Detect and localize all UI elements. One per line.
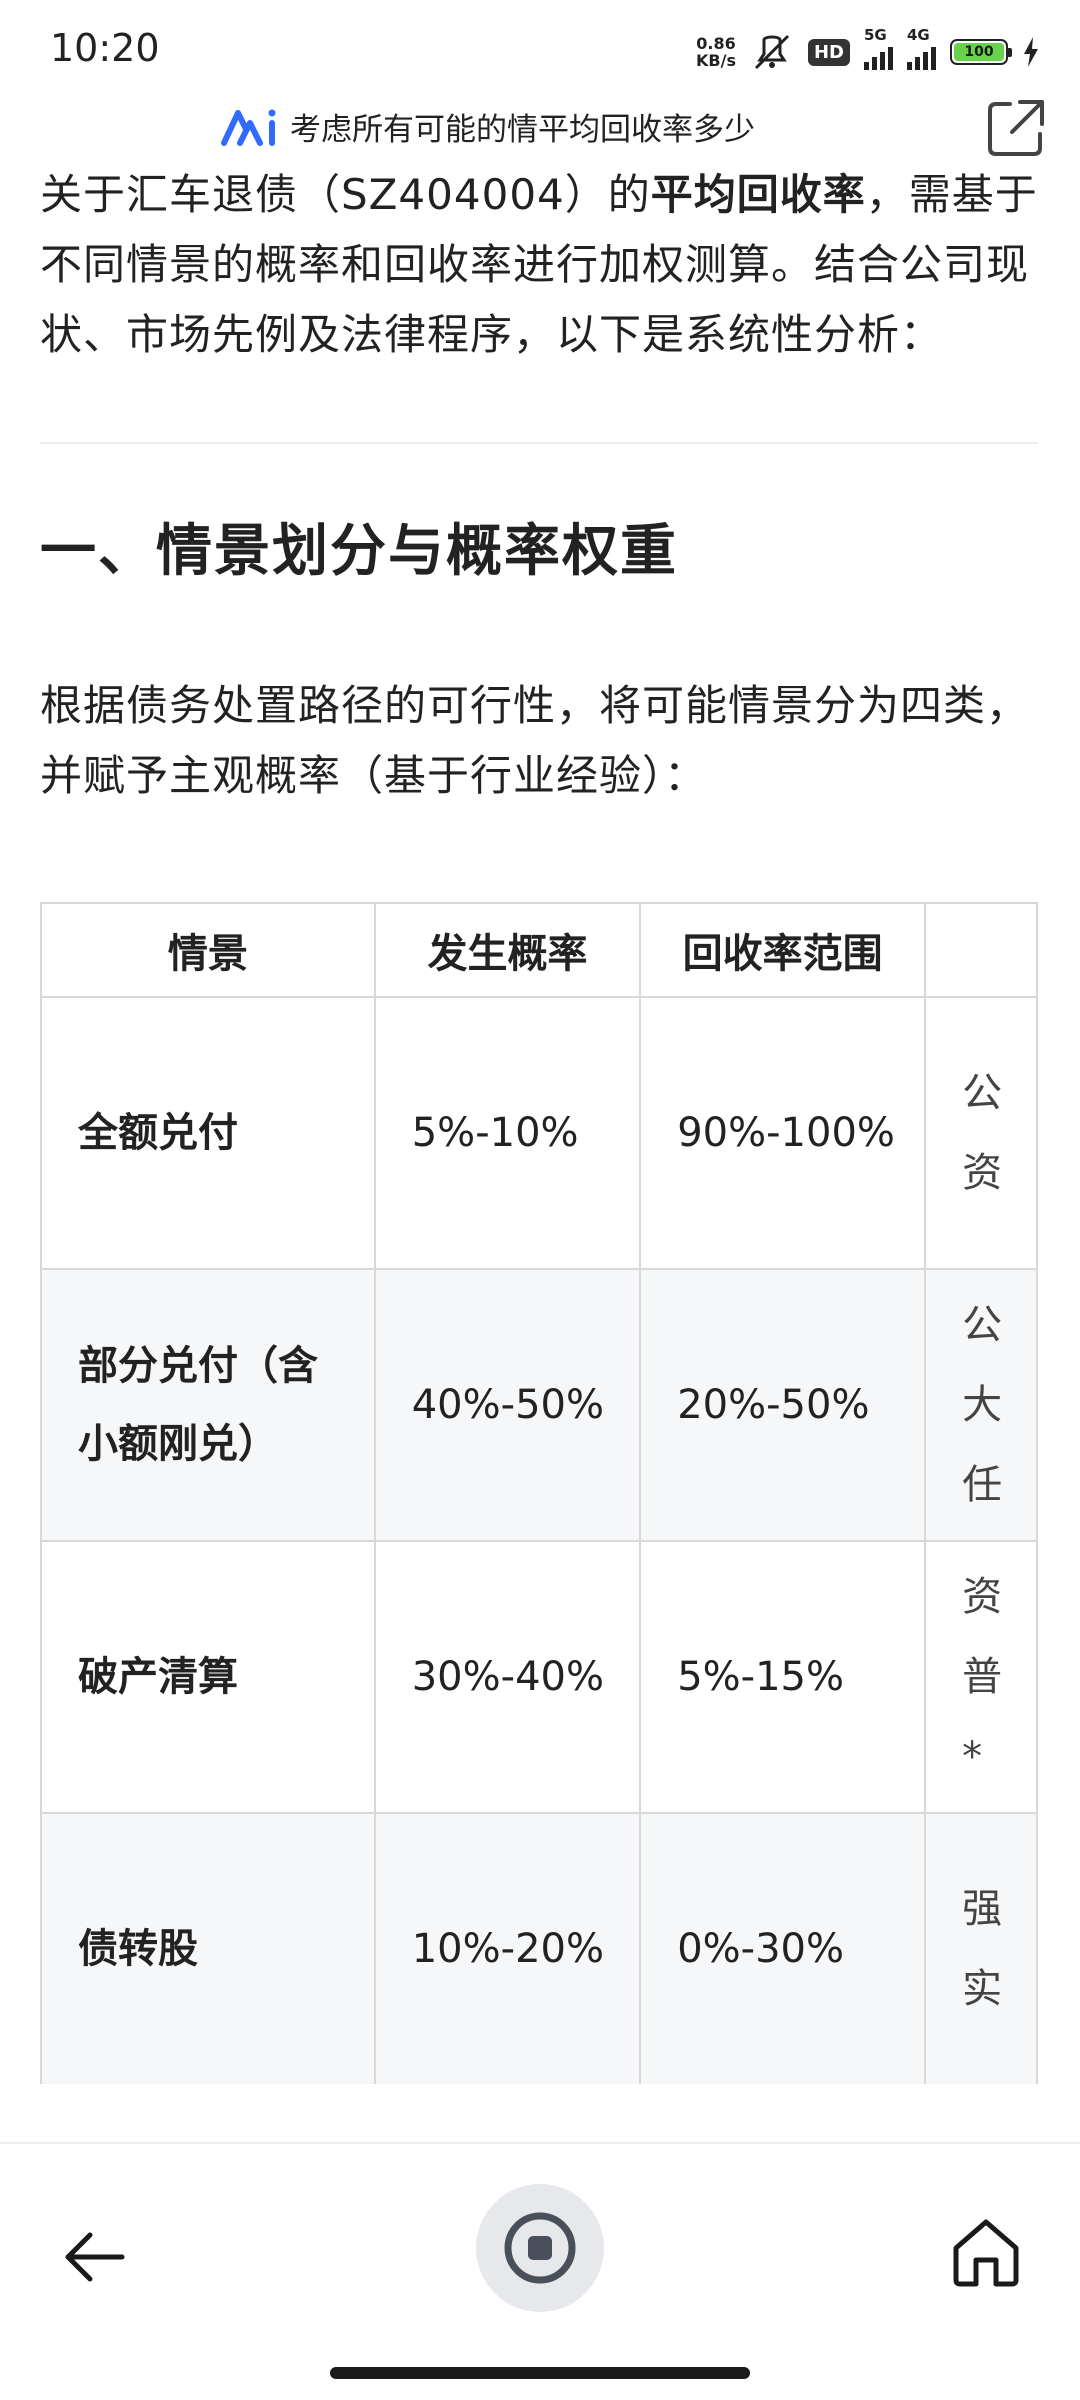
charging-icon: [1024, 37, 1038, 67]
header-probability: 发生概率: [373, 902, 642, 998]
cell-recovery: 90%-100%: [639, 996, 927, 1270]
header-recovery: 回收率范围: [639, 902, 927, 998]
status-bar: 10:20 0.86 KB/s HD 5G 4G 100: [0, 0, 1080, 100]
cell-col4: 强 实: [924, 1812, 1038, 2084]
app-logo-icon: [221, 109, 276, 146]
cell-scenario: 部分兑付（含小额刚兑）: [40, 1268, 376, 1542]
col4-fragment: 任: [962, 1462, 1003, 1508]
section-intro: 根据债务处置路径的可行性，将可能情景分为四类，并赋予主观概率（基于行业经验）：: [40, 681, 1030, 800]
cell-recovery: 20%-50%: [639, 1268, 927, 1542]
intro-bold: 平均回收率: [650, 170, 866, 219]
header-scenario: 情景: [40, 902, 376, 998]
cell-probability: 40%-50%: [373, 1268, 642, 1542]
title-group: 考虑所有可能的情平均回收率多少: [220, 104, 755, 149]
col4-fragment: 资: [962, 1574, 1003, 1620]
signal-5g-label: 5G: [864, 26, 887, 44]
cell-col4: 公 资: [924, 996, 1038, 1270]
table-row: 债转股 10%-20% 0%-30% 强 实: [40, 1812, 1038, 2084]
table-row: 部分兑付（含小额刚兑） 40%-50% 20%-50% 公 大 任: [40, 1268, 1038, 1542]
cell-col4: 公 大 任: [924, 1268, 1038, 1542]
col4-fragment: 公: [962, 1070, 1003, 1116]
stop-button[interactable]: [476, 2184, 604, 2312]
cell-scenario: 破产清算: [40, 1540, 376, 1814]
cell-probability: 5%-10%: [373, 996, 642, 1270]
network-speed-unit: KB/s: [696, 51, 736, 70]
col4-fragment: *: [962, 1734, 983, 1780]
home-indicator[interactable]: [330, 2367, 750, 2379]
scenario-table: 情景 发生概率 回收率范围 全额兑付 5%-10% 90%-100% 公 资 部…: [40, 902, 1038, 2084]
status-icons: 0.86 KB/s HD 5G 4G 100: [696, 26, 1040, 74]
cell-probability: 10%-20%: [373, 1812, 642, 2084]
intro-paragraph: 关于汇车退债（SZ404004）的平均回收率，需基于不同情景的概率和回收率进行加…: [40, 160, 1038, 370]
battery-level: 100: [954, 43, 1004, 61]
col4-fragment: 公: [962, 1302, 1003, 1348]
signal-4g-label: 4G: [907, 26, 930, 44]
mute-icon: [754, 34, 790, 70]
scenario-table-container[interactable]: 情景 发生概率 回收率范围 全额兑付 5%-10% 90%-100% 公 资 部…: [40, 902, 1038, 2084]
signal-4g-icon: 4G: [907, 26, 936, 70]
home-button[interactable]: [948, 2214, 1024, 2290]
home-icon: [953, 2219, 1019, 2287]
title-bar: 考虑所有可能的情平均回收率多少: [0, 100, 1080, 160]
signal-5g-icon: 5G: [864, 26, 893, 70]
header-col4: [924, 902, 1038, 998]
hd-voice-badge: HD: [807, 38, 850, 66]
cell-recovery: 5%-15%: [639, 1540, 927, 1814]
arrow-left-icon: [65, 2232, 125, 2282]
page-title: 考虑所有可能的情平均回收率多少: [290, 112, 755, 148]
section-heading: 一、情景划分与概率权重: [40, 519, 678, 584]
cell-scenario: 债转股: [40, 1812, 376, 2084]
intro-prefix: 关于汇车退债（SZ404004）的: [40, 170, 651, 219]
article-content: 关于汇车退债（SZ404004）的平均回收率，需基于不同情景的概率和回收率进行加…: [40, 160, 1038, 811]
status-time: 10:20: [50, 26, 160, 70]
network-speed-value: 0.86: [696, 34, 736, 53]
cell-recovery: 0%-30%: [639, 1812, 927, 2084]
col4-fragment: 强: [962, 1886, 1003, 1932]
col4-fragment: 大: [962, 1382, 1003, 1428]
table-header-row: 情景 发生概率 回收率范围: [40, 902, 1038, 998]
col4-fragment: 普: [962, 1654, 1003, 1700]
col4-fragment: 资: [962, 1150, 1003, 1196]
table-row: 全额兑付 5%-10% 90%-100% 公 资: [40, 996, 1038, 1270]
table-row: 破产清算 30%-40% 5%-15% 资 普 *: [40, 1540, 1038, 1814]
cell-col4: 资 普 *: [924, 1540, 1038, 1814]
col4-fragment: 实: [962, 1966, 1003, 2012]
bottom-nav-bar: [0, 2144, 1080, 2400]
open-external-icon: [988, 100, 1044, 156]
stop-icon: [504, 2212, 576, 2284]
cell-scenario: 全额兑付: [40, 996, 376, 1270]
back-button[interactable]: [60, 2222, 130, 2292]
cell-probability: 30%-40%: [373, 1540, 642, 1814]
battery-icon: 100: [950, 39, 1012, 65]
network-speed: 0.86 KB/s: [696, 35, 736, 69]
open-external-button[interactable]: [986, 98, 1046, 158]
